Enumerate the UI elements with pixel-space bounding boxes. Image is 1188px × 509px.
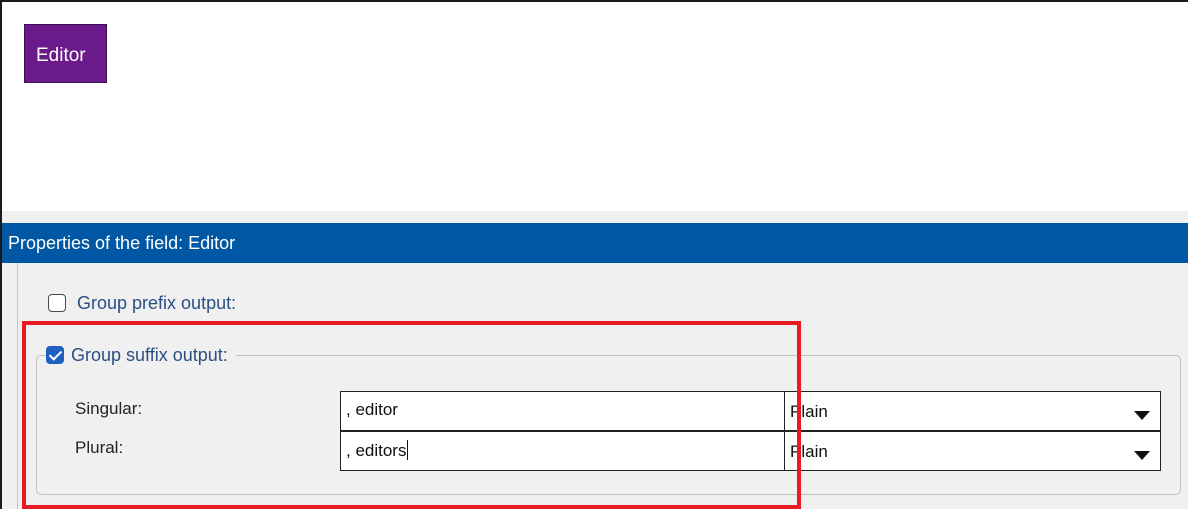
editor-field-chip[interactable]: Editor (24, 24, 107, 83)
report-canvas: Editor (0, 0, 1188, 211)
group-prefix-checkbox[interactable] (48, 294, 66, 312)
singular-style-value: Plain (790, 402, 828, 421)
plural-style-value: Plain (790, 442, 828, 461)
group-prefix-label[interactable]: Group prefix output: (77, 293, 236, 314)
caret-down-icon[interactable] (1134, 451, 1150, 460)
group-suffix-label[interactable]: Group suffix output: (71, 345, 228, 366)
plural-label: Plural: (75, 438, 124, 457)
text-cursor (407, 440, 409, 460)
caret-down-icon[interactable] (1134, 411, 1150, 420)
singular-style-select[interactable]: Plain (784, 391, 1161, 431)
singular-input[interactable]: , editor (340, 391, 785, 431)
singular-label: Singular: (75, 399, 143, 418)
properties-header: Properties of the field: Editor (2, 223, 1188, 263)
group-suffix-checkbox[interactable] (46, 346, 64, 364)
group-suffix-legend: Group suffix output: (46, 343, 236, 367)
group-prefix-row: Group prefix output: (48, 291, 236, 315)
properties-title: Properties of the field: Editor (8, 232, 236, 253)
plural-value: , editors (346, 441, 407, 460)
plural-style-select[interactable]: Plain (784, 431, 1161, 471)
singular-value: , editor (346, 400, 398, 419)
plural-input[interactable]: , editors (340, 431, 785, 471)
